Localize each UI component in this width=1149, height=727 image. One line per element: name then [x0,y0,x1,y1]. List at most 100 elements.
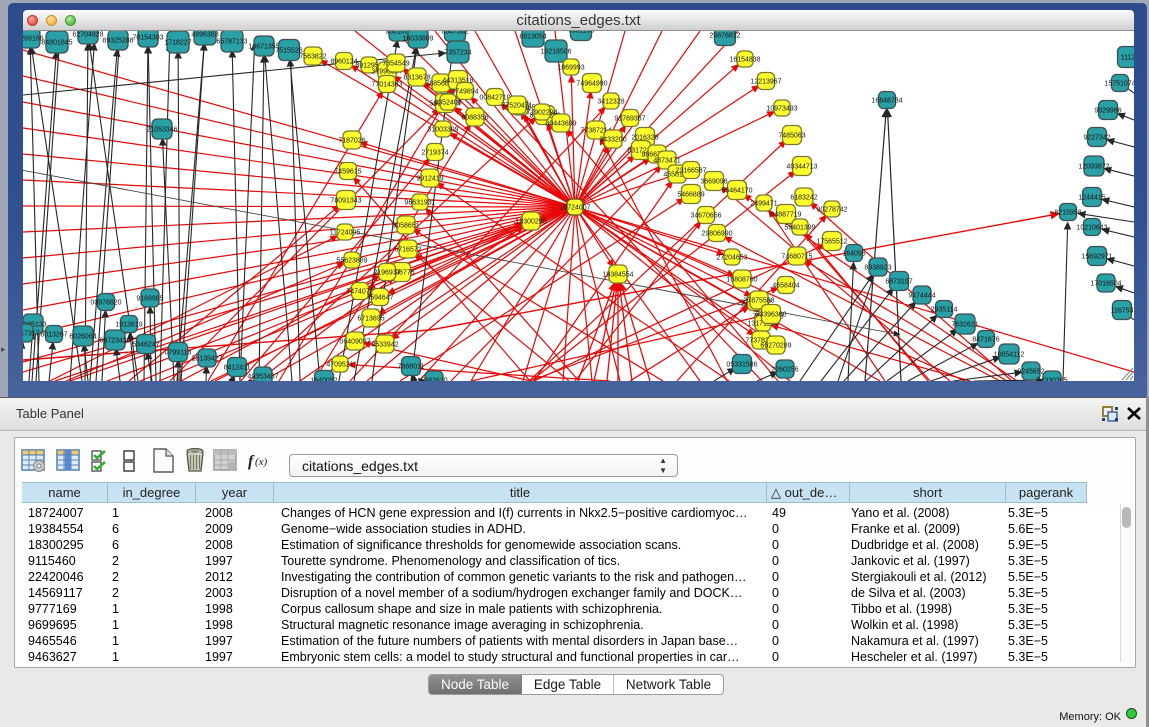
svg-text:91769367: 91769367 [614,116,645,123]
svg-text:8471676: 8471676 [972,337,999,344]
svg-text:27204653: 27204653 [716,255,747,262]
svg-text:55623869: 55623869 [336,258,367,265]
svg-text:18300295: 18300295 [515,219,546,226]
svg-text:9058651: 9058651 [392,223,419,230]
svg-text:7485063: 7485063 [778,133,805,140]
svg-text:4896383: 4896383 [191,32,218,39]
svg-text:74680715: 74680715 [781,254,812,261]
svg-text:12093872: 12093872 [1078,164,1109,171]
svg-text:164095: 164095 [842,251,865,258]
svg-text:5982620: 5982620 [420,378,447,382]
svg-text:06409097: 06409097 [339,339,370,346]
svg-text:17016504: 17016504 [1090,281,1121,288]
svg-text:1244415: 1244415 [1078,195,1105,202]
svg-text:4709521: 4709521 [326,362,353,369]
svg-text:9245652: 9245652 [1017,369,1044,376]
svg-text:9533942: 9533942 [371,342,398,349]
svg-text:7354549: 7354549 [382,61,409,68]
svg-text:7868011: 7868011 [398,364,425,371]
svg-text:89325288: 89325288 [102,38,133,45]
svg-text:2499471: 2499471 [750,201,777,208]
svg-text:10654112: 10654112 [994,352,1025,359]
svg-text:2935114: 2935114 [931,307,958,314]
svg-text:2260256: 2260256 [771,367,798,374]
svg-text:84801845: 84801845 [41,40,72,47]
svg-text:5466889: 5466889 [677,192,704,199]
svg-text:7187026: 7187026 [338,138,365,145]
svg-text:3433200: 3433200 [599,137,626,144]
svg-text:68723430: 68723430 [99,338,130,345]
svg-text:34670656: 34670656 [690,213,721,220]
svg-text:78091343: 78091343 [330,198,361,205]
svg-text:116753: 116753 [1111,308,1134,315]
svg-text:70154303: 70154303 [132,35,163,42]
svg-text:74964990: 74964990 [576,81,607,88]
svg-text:1869993: 1869993 [557,65,584,72]
svg-text:12213967: 12213967 [750,79,781,86]
svg-text:65787133: 65787133 [216,39,247,46]
svg-text:16648784: 16648784 [871,98,902,105]
svg-text:64887719: 64887719 [770,212,801,219]
svg-text:77520471: 77520471 [501,103,532,110]
svg-text:16033809: 16033809 [402,36,433,43]
svg-text:0799118: 0799118 [165,350,192,357]
svg-text:66270289: 66270289 [760,343,791,350]
svg-text:6088356: 6088356 [461,115,488,122]
svg-text:23166587: 23166587 [675,168,706,175]
svg-text:f: f [248,453,255,470]
svg-text:4658404: 4658404 [772,283,799,290]
svg-text:7594647: 7594647 [366,295,393,302]
svg-text:29806990: 29806990 [701,231,732,238]
svg-text:62704828: 62704828 [72,32,103,39]
svg-text:8013267: 8013267 [40,332,67,339]
svg-text:59401399: 59401399 [784,225,815,232]
svg-text:8938923: 8938923 [864,265,891,272]
svg-text:7563822: 7563822 [299,54,326,61]
svg-text:3749894: 3749894 [451,89,478,96]
svg-text:31003309: 31003309 [427,127,458,134]
svg-text:05331586: 05331586 [726,362,757,369]
svg-text:1718227: 1718227 [164,40,191,47]
svg-text:90278742: 90278742 [816,207,847,214]
svg-text:8215958: 8215958 [1054,210,1081,217]
svg-text:7632621: 7632621 [951,322,978,329]
svg-text:7357234: 7357234 [444,50,471,57]
svg-text:9329966: 9329966 [1094,108,1121,115]
svg-text:4873471: 4873471 [653,158,680,165]
svg-text:8960124: 8960124 [330,59,357,66]
svg-text:5346247: 5346247 [132,342,159,349]
svg-text:16154838: 16154838 [729,57,760,64]
svg-text:19384554: 19384554 [602,272,633,279]
svg-text:40344713: 40344713 [786,164,817,171]
svg-text:6873197: 6873197 [885,279,912,286]
svg-text:71902294: 71902294 [526,110,557,117]
svg-text:19218506: 19218506 [540,49,571,56]
svg-text:49353487: 49353487 [247,374,278,381]
svg-text:6713695: 6713695 [357,316,384,323]
svg-text:7631165: 7631165 [568,31,595,35]
svg-text:17565512: 17565512 [816,239,847,246]
svg-text:2719374: 2719374 [421,150,448,157]
svg-text:21053346: 21053346 [146,127,177,134]
svg-text:8347382: 8347382 [441,31,468,36]
svg-text:8412411: 8412411 [224,365,251,372]
svg-text:10973493: 10973493 [766,106,797,113]
svg-text:16808760: 16808760 [726,277,757,284]
svg-text:54330365: 54330365 [1036,378,1067,382]
svg-text:(x): (x) [255,456,268,468]
svg-text:27875588: 27875588 [743,298,774,305]
svg-text:6183242: 6183242 [790,195,817,202]
svg-text:9912419: 9912419 [416,176,443,183]
svg-text:3669096: 3669096 [700,179,727,186]
svg-text:18724007: 18724007 [559,205,590,212]
svg-text:4352408: 4352408 [434,100,461,107]
svg-text:1640052: 1640052 [310,378,337,382]
svg-text:53396360: 53396360 [755,312,786,319]
svg-text:1913619: 1913619 [115,322,142,329]
svg-text:8813054: 8813054 [519,34,546,41]
svg-text:11724005: 11724005 [330,230,361,237]
svg-text:80443699: 80443699 [545,121,576,128]
svg-text:9169985: 9169985 [136,296,163,303]
svg-text:26247317: 26247317 [23,331,40,338]
svg-text:10210643: 10210643 [1076,225,1107,232]
